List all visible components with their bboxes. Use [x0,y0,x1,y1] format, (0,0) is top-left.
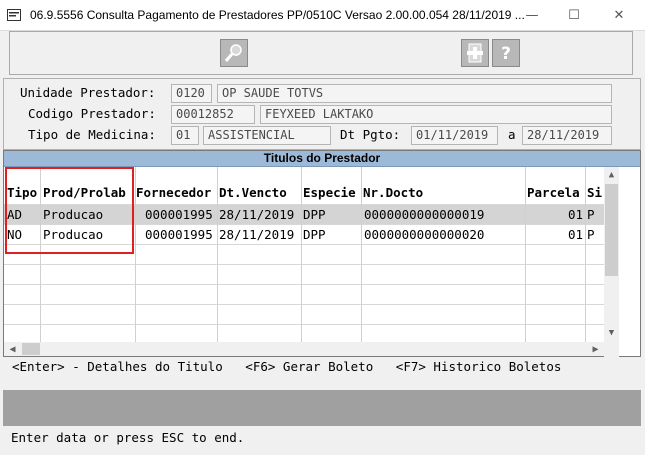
col-header-dt-vencto[interactable]: Dt.Vencto [219,185,287,200]
status-message: Enter data or press ESC to end. [11,430,245,445]
search-button[interactable] [220,39,248,67]
col-header-fornecedor[interactable]: Fornecedor [136,185,211,200]
grid-col-divider [361,167,362,342]
close-button[interactable]: ✕ [600,0,638,30]
vertical-scroll-thumb[interactable] [605,184,618,276]
cell-si: P [587,227,595,242]
cell-parcela: 01 [568,227,584,242]
function-key-hint: <Enter> - Detalhes do Titulo <F6> Gerar … [12,359,562,374]
horizontal-scrollbar[interactable] [4,342,604,356]
scroll-right-icon[interactable]: ▶ [588,342,603,356]
codigo-code-field[interactable]: 00012852 [171,105,255,124]
cell-parcela: 01 [568,207,584,222]
unidade-label: Unidade Prestador: [20,85,156,100]
col-header-si[interactable]: Si [587,185,602,200]
grid-caption: Titulos do Prestador [4,151,640,167]
cell-especie: DPP [303,227,326,242]
tipo-medicina-name-field[interactable]: ASSISTENCIAL [203,126,331,145]
grid-line [4,324,604,325]
toolbar [9,31,633,75]
codigo-label: Codigo Prestador: [28,106,156,121]
zoom-button[interactable] [461,39,489,67]
help-icon: ? [501,44,511,64]
maximize-button[interactable]: ☐ [555,0,593,30]
cell-nr-docto: 0000000000000020 [364,227,485,242]
grid-col-divider [525,167,526,342]
col-header-nr-docto[interactable]: Nr.Docto [363,185,423,200]
cell-dt-vencto: 28/11/2019 [219,207,295,222]
cell-fornecedor: 000001995 [145,227,213,242]
app-icon [7,9,21,21]
scroll-up-icon[interactable]: ▲ [604,167,619,182]
grid-col-divider [301,167,302,342]
cell-fornecedor: 000001995 [145,207,213,222]
grid-line [4,264,604,265]
tipo-medicina-label: Tipo de Medicina: [28,127,156,142]
svg-text:?: ? [501,44,511,64]
zoom-icon [467,43,483,63]
grid-line [4,304,604,305]
minimize-button[interactable]: — [513,0,551,30]
grid-col-divider [217,167,218,342]
scroll-left-icon[interactable]: ◀ [5,342,20,356]
unidade-code-field[interactable]: 0120 [171,84,212,103]
search-icon [224,44,242,62]
col-header-parcela[interactable]: Parcela [527,185,580,200]
dt-pgto-to-field[interactable]: 28/11/2019 [522,126,612,145]
help-button[interactable]: ? [492,39,520,67]
horizontal-scroll-thumb[interactable] [22,343,40,355]
unidade-name-field[interactable]: OP SAUDE TOTVS [217,84,612,103]
dt-pgto-separator: a [508,127,516,142]
grid-col-divider [585,167,586,342]
cell-si: P [587,207,595,222]
cell-dt-vencto: 28/11/2019 [219,227,295,242]
status-bar [3,390,641,426]
codigo-name-field[interactable]: FEYXEED LAKTAKO [260,105,612,124]
dt-pgto-from-field[interactable]: 01/11/2019 [411,126,498,145]
scroll-down-icon[interactable]: ▼ [604,325,619,340]
dt-pgto-label: Dt Pgto: [340,127,401,142]
highlight-box [5,167,134,254]
col-header-especie[interactable]: Especie [303,185,356,200]
window-title: 06.9.5556 Consulta Pagamento de Prestado… [30,8,525,22]
grid-line [4,284,604,285]
cell-nr-docto: 0000000000000019 [364,207,485,222]
tipo-medicina-code-field[interactable]: 01 [171,126,199,145]
cell-especie: DPP [303,207,326,222]
